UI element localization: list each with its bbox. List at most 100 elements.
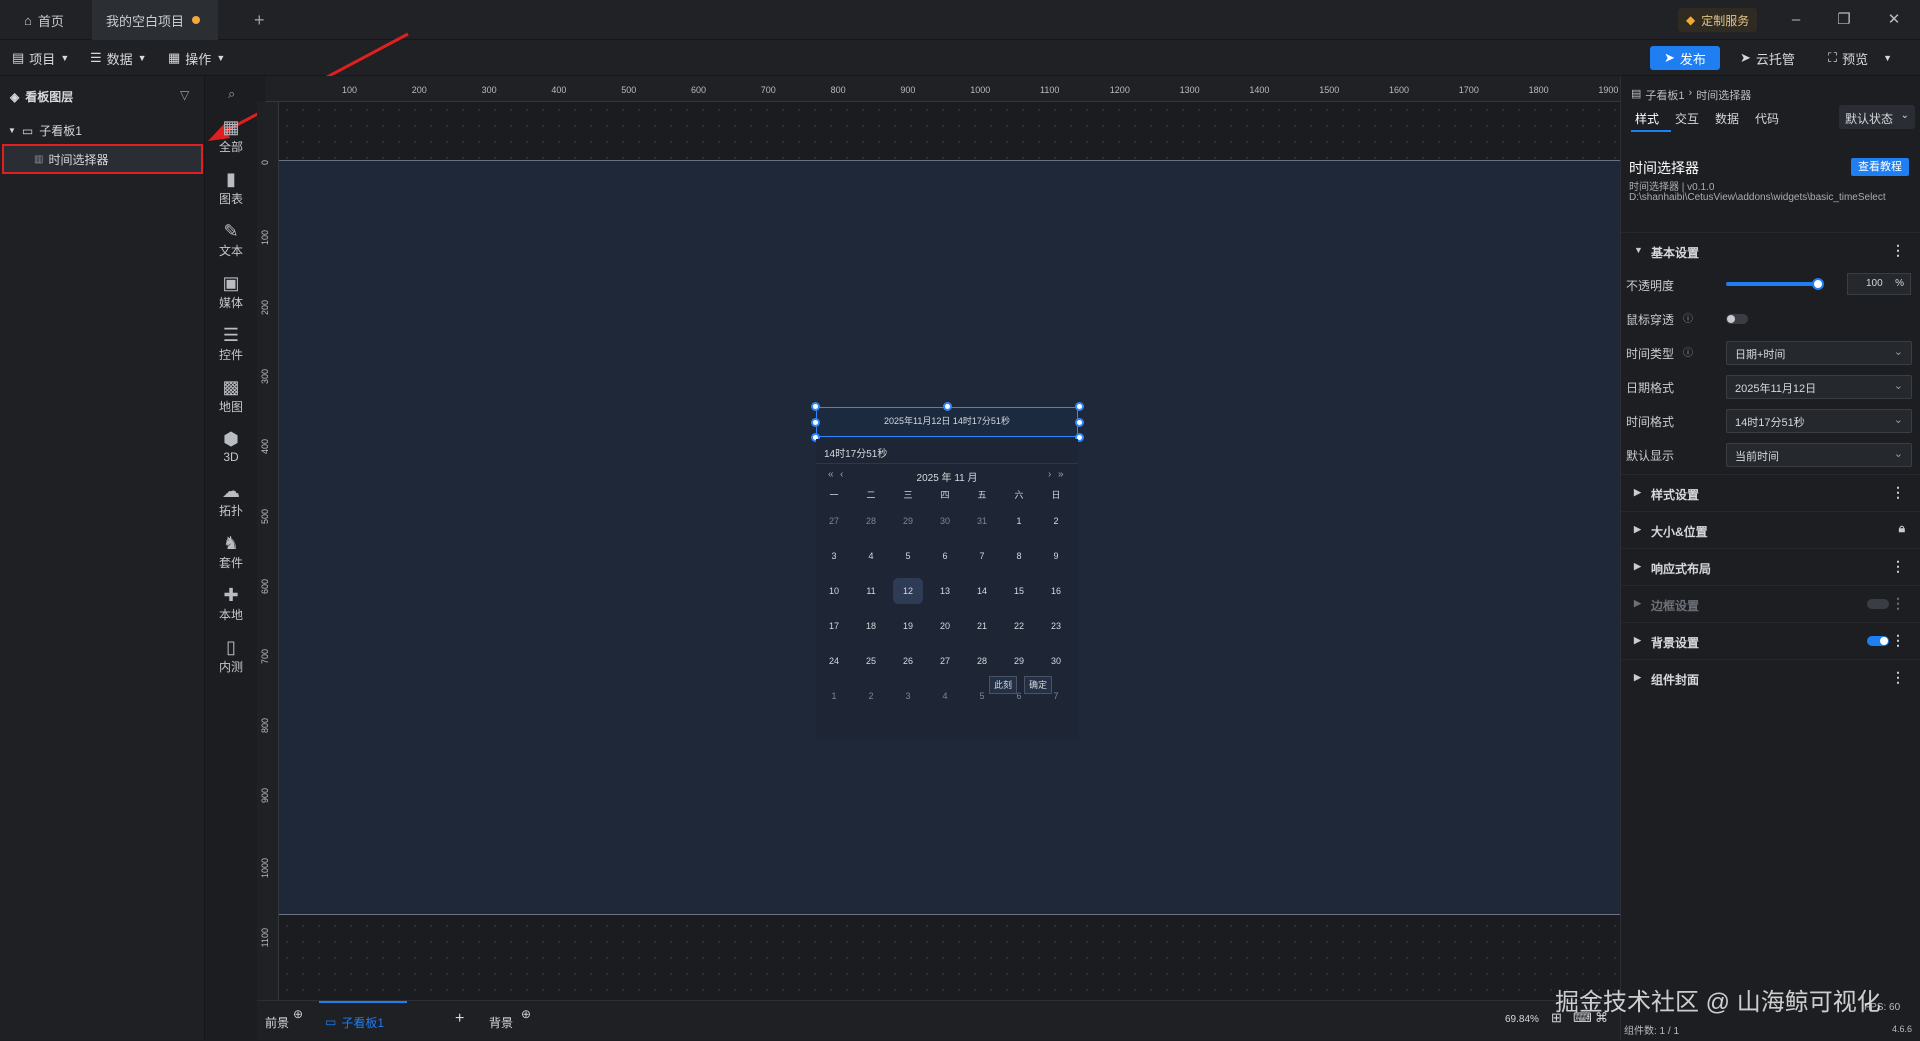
- publish-button[interactable]: ➤ 发布: [1650, 46, 1720, 70]
- time-type-select[interactable]: 日期+时间 ⌄: [1726, 341, 1912, 365]
- toolbox-bar-chart[interactable]: ▮ 图表: [205, 164, 257, 214]
- opacity-slider[interactable]: [1726, 278, 1824, 290]
- minimize-icon[interactable]: –: [1782, 8, 1810, 32]
- calendar-day[interactable]: 18: [856, 616, 886, 636]
- calendar-day[interactable]: 2: [1041, 511, 1071, 531]
- menu-project[interactable]: ▤ 项目 ▼: [12, 40, 69, 76]
- now-button[interactable]: 此刻: [989, 676, 1017, 694]
- calendar-day[interactable]: 26: [893, 651, 923, 671]
- calendar-day[interactable]: 20: [930, 616, 960, 636]
- toolbox-kit[interactable]: ♞ 套件: [205, 528, 257, 578]
- toolbox-cube[interactable]: ⬢ 3D: [205, 424, 257, 474]
- toolbox-control[interactable]: ☰ 控件: [205, 320, 257, 370]
- calendar-day[interactable]: 6: [930, 546, 960, 566]
- add-board-icon[interactable]: +: [455, 1010, 464, 1028]
- more-vertical-icon[interactable]: ⋮: [1891, 632, 1905, 649]
- preview-button[interactable]: ⛶ 预览 ▼: [1828, 40, 1892, 76]
- calendar-day[interactable]: 5: [893, 546, 923, 566]
- background-toggle[interactable]: [1867, 636, 1889, 646]
- add-circle-icon[interactable]: ⊕: [293, 1007, 303, 1021]
- calendar-day[interactable]: 29: [1004, 651, 1034, 671]
- back-layer-tab[interactable]: 背景: [489, 1014, 513, 1031]
- section-border-settings[interactable]: ▶ 边框设置 ⋮: [1621, 585, 1920, 621]
- section-size-position[interactable]: ▶ 大小&位置 🔒︎: [1621, 511, 1920, 547]
- resize-handle[interactable]: [811, 402, 820, 411]
- state-select[interactable]: 默认状态 ⌄: [1839, 105, 1915, 129]
- calendar-day[interactable]: 16: [1041, 581, 1071, 601]
- front-layer-tab[interactable]: 前景: [265, 1014, 289, 1031]
- date-format-select[interactable]: 2025年11月12日 ⌄: [1726, 375, 1912, 399]
- calendar-day[interactable]: 1: [819, 686, 849, 706]
- calendar-day[interactable]: 11: [856, 581, 886, 601]
- calendar-day[interactable]: 19: [893, 616, 923, 636]
- section-responsive-layout[interactable]: ▶ 响应式布局 ⋮: [1621, 548, 1920, 584]
- calendar-day[interactable]: 31: [967, 511, 997, 531]
- calendar-day[interactable]: 8: [1004, 546, 1034, 566]
- toolbox-map[interactable]: ▩ 地图: [205, 372, 257, 422]
- calendar-day[interactable]: 10: [819, 581, 849, 601]
- resize-handle[interactable]: [943, 402, 952, 411]
- custom-service-button[interactable]: ◆ 定制服务: [1678, 8, 1758, 32]
- calendar-day[interactable]: 27: [819, 511, 849, 531]
- help-icon[interactable]: ⓘ: [1683, 310, 1693, 325]
- calendar-day[interactable]: 25: [856, 651, 886, 671]
- calendar-day[interactable]: 28: [967, 651, 997, 671]
- calendar-day[interactable]: 28: [856, 511, 886, 531]
- calendar-day[interactable]: 4: [856, 546, 886, 566]
- default-display-select[interactable]: 当前时间 ⌄: [1726, 443, 1912, 467]
- calendar-day[interactable]: 30: [930, 511, 960, 531]
- next-year-icon[interactable]: »: [1058, 469, 1064, 480]
- mouse-through-toggle[interactable]: [1726, 314, 1748, 324]
- calendar-day[interactable]: 29: [893, 511, 923, 531]
- help-icon[interactable]: ⓘ: [1683, 344, 1693, 359]
- calendar-day[interactable]: 13: [930, 581, 960, 601]
- menu-data[interactable]: ☰ 数据 ▼: [90, 40, 147, 76]
- calendar-day[interactable]: 12: [893, 578, 923, 604]
- toolbox-grid[interactable]: ▦ 全部: [205, 112, 257, 162]
- sub-board-canvas[interactable]: 2025年11月12日 14时17分51秒 14时17分51秒 « ‹ 2025…: [279, 160, 1620, 915]
- border-toggle[interactable]: [1867, 599, 1889, 609]
- calendar-day[interactable]: 27: [930, 651, 960, 671]
- zoom-level[interactable]: 69.84%: [1505, 1014, 1539, 1025]
- section-background-settings[interactable]: ▶ 背景设置 ⋮: [1621, 622, 1920, 658]
- add-circle-icon[interactable]: ⊕: [521, 1007, 531, 1021]
- more-vertical-icon[interactable]: ⋮: [1891, 558, 1905, 575]
- tutorial-button[interactable]: 查看教程: [1851, 158, 1909, 176]
- more-vertical-icon[interactable]: ⋮: [1891, 669, 1905, 686]
- calendar-day[interactable]: 4: [930, 686, 960, 706]
- tab-code[interactable]: 代码: [1755, 110, 1779, 127]
- calendar-day[interactable]: 17: [819, 616, 849, 636]
- opacity-slider-handle[interactable]: [1812, 278, 1824, 290]
- tab-style[interactable]: 样式: [1635, 110, 1659, 127]
- calendar-day[interactable]: 30: [1041, 651, 1071, 671]
- layer-item-time-picker[interactable]: ▥ 时间选择器: [2, 144, 203, 174]
- section-component-cover[interactable]: ▶ 组件封面 ⋮: [1621, 659, 1920, 695]
- section-style-settings[interactable]: ▶ 样式设置 ⋮: [1621, 474, 1920, 510]
- toolbox-puzzle[interactable]: ✚ 本地: [205, 580, 257, 630]
- opacity-input[interactable]: 100 %: [1847, 273, 1911, 295]
- calendar-day[interactable]: 15: [1004, 581, 1034, 601]
- section-basic-settings[interactable]: ▼ 基本设置 ⋮: [1621, 232, 1920, 268]
- calendar-day[interactable]: 23: [1041, 616, 1071, 636]
- calendar-day[interactable]: 7: [967, 546, 997, 566]
- resize-handle[interactable]: [1075, 402, 1084, 411]
- time-format-select[interactable]: 14时17分51秒 ⌄: [1726, 409, 1912, 433]
- calendar-day[interactable]: 21: [967, 616, 997, 636]
- lock-icon[interactable]: 🔒︎: [1899, 521, 1905, 536]
- restore-icon[interactable]: ❐: [1830, 8, 1858, 32]
- calendar-time-text[interactable]: 14时17分51秒: [824, 445, 887, 460]
- layer-sub-board[interactable]: ▼ ▭ 子看板1: [8, 122, 82, 139]
- calendar-day[interactable]: 3: [819, 546, 849, 566]
- more-vertical-icon[interactable]: ⋮: [1891, 484, 1905, 501]
- calendar-day[interactable]: 24: [819, 651, 849, 671]
- tab-interaction[interactable]: 交互: [1675, 110, 1699, 127]
- toolbox-media[interactable]: ▣ 媒体: [205, 268, 257, 318]
- filter-icon[interactable]: ▽: [180, 88, 189, 102]
- calendar-day[interactable]: 2: [856, 686, 886, 706]
- tab-home[interactable]: ⌂ 首页: [10, 0, 78, 40]
- tab-data[interactable]: 数据: [1715, 110, 1739, 127]
- calendar-day[interactable]: 14: [967, 581, 997, 601]
- calendar-day[interactable]: 1: [1004, 511, 1034, 531]
- sub-board-tab[interactable]: ▭ 子看板1: [319, 1001, 407, 1041]
- calendar-day[interactable]: 9: [1041, 546, 1071, 566]
